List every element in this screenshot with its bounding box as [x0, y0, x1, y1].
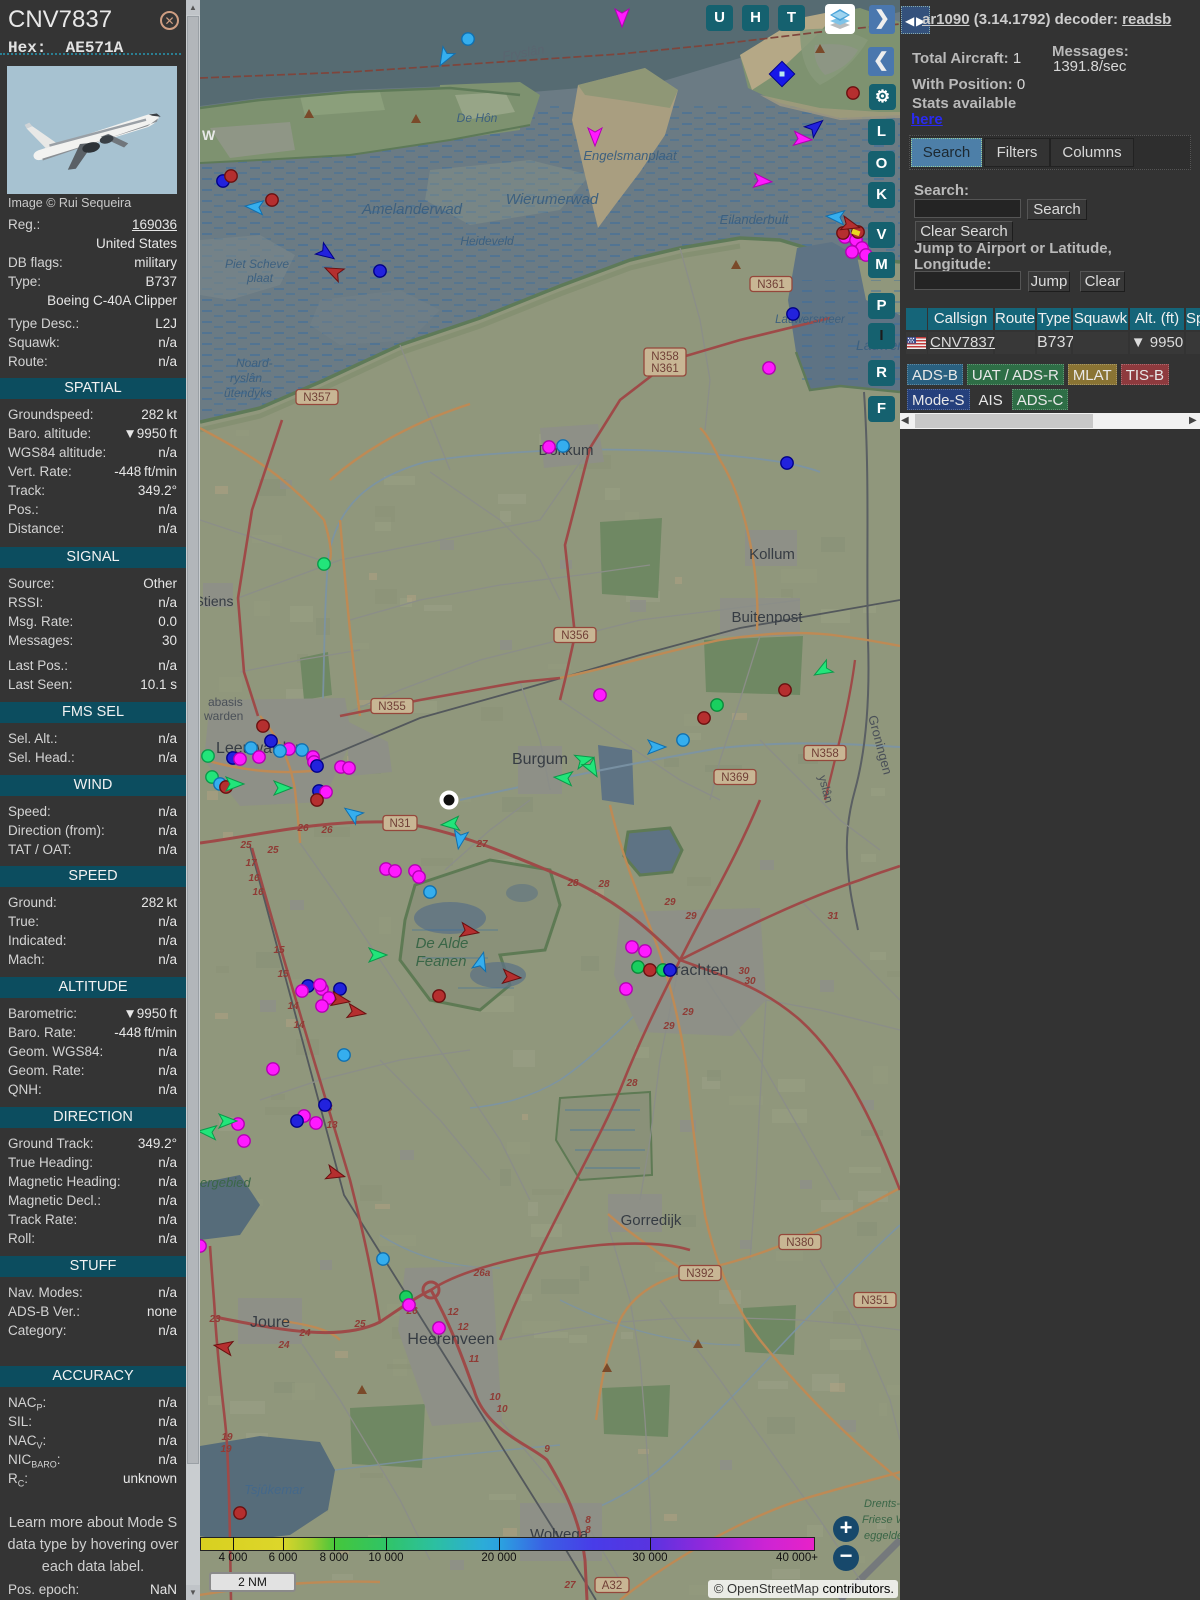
svg-text:N369: N369: [721, 772, 749, 784]
svg-text:N357: N357: [303, 392, 331, 404]
svg-text:De Alde: De Alde: [416, 935, 469, 952]
svg-text:16: 16: [252, 887, 264, 898]
svg-text:29: 29: [662, 1021, 675, 1032]
svg-text:29: 29: [663, 897, 676, 908]
svg-text:Eilanderbult: Eilanderbult: [720, 212, 790, 227]
svg-text:25: 25: [239, 840, 252, 851]
svg-text:27: 27: [563, 1580, 576, 1591]
svg-text:N351: N351: [861, 1295, 889, 1307]
svg-text:25: 25: [353, 1319, 366, 1330]
svg-text:N361: N361: [757, 279, 785, 291]
svg-text:28: 28: [566, 878, 579, 889]
svg-text:N361: N361: [651, 363, 679, 375]
svg-text:Lauwersmeer: Lauwersmeer: [775, 314, 846, 326]
svg-text:26a: 26a: [473, 1268, 491, 1279]
svg-text:26: 26: [296, 823, 309, 834]
svg-text:Feanen: Feanen: [416, 953, 467, 970]
svg-text:27: 27: [475, 839, 488, 850]
svg-text:Buitenpost: Buitenpost: [732, 609, 804, 626]
svg-text:A32: A32: [602, 1580, 622, 1592]
svg-text:28: 28: [597, 879, 610, 890]
svg-text:16: 16: [248, 873, 260, 884]
svg-text:23: 23: [208, 1314, 221, 1325]
svg-text:Friese Wo: Friese Wo: [862, 1514, 900, 1526]
svg-text:15: 15: [273, 945, 285, 956]
svg-text:24: 24: [298, 1328, 311, 1339]
svg-text:17: 17: [245, 858, 257, 869]
svg-text:14: 14: [293, 1020, 305, 1031]
svg-text:Joure: Joure: [250, 1314, 290, 1331]
svg-text:N380: N380: [786, 1237, 814, 1249]
svg-text:28: 28: [625, 1078, 638, 1089]
svg-text:31: 31: [827, 911, 839, 922]
svg-text:Gorredijk: Gorredijk: [621, 1212, 682, 1229]
svg-text:ergebied: ergebied: [200, 1175, 251, 1190]
svg-text:N31: N31: [389, 818, 410, 830]
svg-text:29: 29: [681, 1007, 694, 1018]
svg-text:N355: N355: [378, 701, 406, 713]
svg-text:13: 13: [326, 1120, 338, 1131]
svg-text:Amelanderwad: Amelanderwad: [361, 201, 463, 218]
svg-text:N358: N358: [811, 748, 839, 760]
svg-text:24: 24: [277, 1340, 290, 1351]
svg-text:W: W: [202, 127, 216, 143]
svg-text:Stiens: Stiens: [200, 593, 233, 609]
svg-text:N392: N392: [686, 1268, 714, 1280]
svg-text:Drents-: Drents-: [864, 1498, 900, 1510]
svg-text:eggelde: eggelde: [864, 1530, 900, 1542]
svg-text:N356: N356: [561, 630, 589, 642]
svg-text:25: 25: [266, 845, 279, 856]
svg-text:Piet Scheve: Piet Scheve: [225, 257, 289, 271]
svg-text:14: 14: [287, 1001, 299, 1012]
svg-text:ryslân: ryslân: [230, 371, 262, 385]
svg-text:plaat: plaat: [246, 271, 274, 285]
svg-text:Kollum: Kollum: [749, 546, 795, 563]
svg-text:11: 11: [469, 1354, 480, 1365]
svg-text:Heerenveen: Heerenveen: [407, 1331, 494, 1348]
svg-text:N358: N358: [651, 351, 679, 363]
svg-text:19: 19: [221, 1432, 233, 1443]
svg-text:9: 9: [544, 1444, 550, 1455]
svg-text:Wierumerwad: Wierumerwad: [506, 191, 599, 208]
svg-text:Engelsmanplaat: Engelsmanplaat: [583, 148, 678, 163]
svg-text:15: 15: [277, 969, 289, 980]
svg-text:29: 29: [684, 911, 697, 922]
svg-text:26: 26: [320, 825, 333, 836]
svg-text:19: 19: [220, 1444, 232, 1455]
svg-text:10: 10: [489, 1392, 501, 1403]
svg-text:De Hôn: De Hôn: [457, 111, 498, 125]
svg-text:Noard-: Noard-: [236, 356, 273, 370]
svg-text:Burgum: Burgum: [512, 751, 568, 768]
svg-text:12: 12: [457, 1322, 469, 1333]
svg-text:Tsjûkemar: Tsjûkemar: [244, 1482, 304, 1497]
svg-text:8: 8: [585, 1525, 591, 1536]
svg-text:abasis: abasis: [208, 695, 243, 709]
svg-text:30: 30: [744, 976, 756, 987]
svg-text:Heideveld: Heideveld: [460, 234, 514, 248]
svg-text:warden: warden: [203, 709, 243, 723]
svg-text:10: 10: [496, 1404, 508, 1415]
svg-text:ûtendyks: ûtendyks: [224, 386, 272, 400]
svg-text:12: 12: [447, 1307, 459, 1318]
